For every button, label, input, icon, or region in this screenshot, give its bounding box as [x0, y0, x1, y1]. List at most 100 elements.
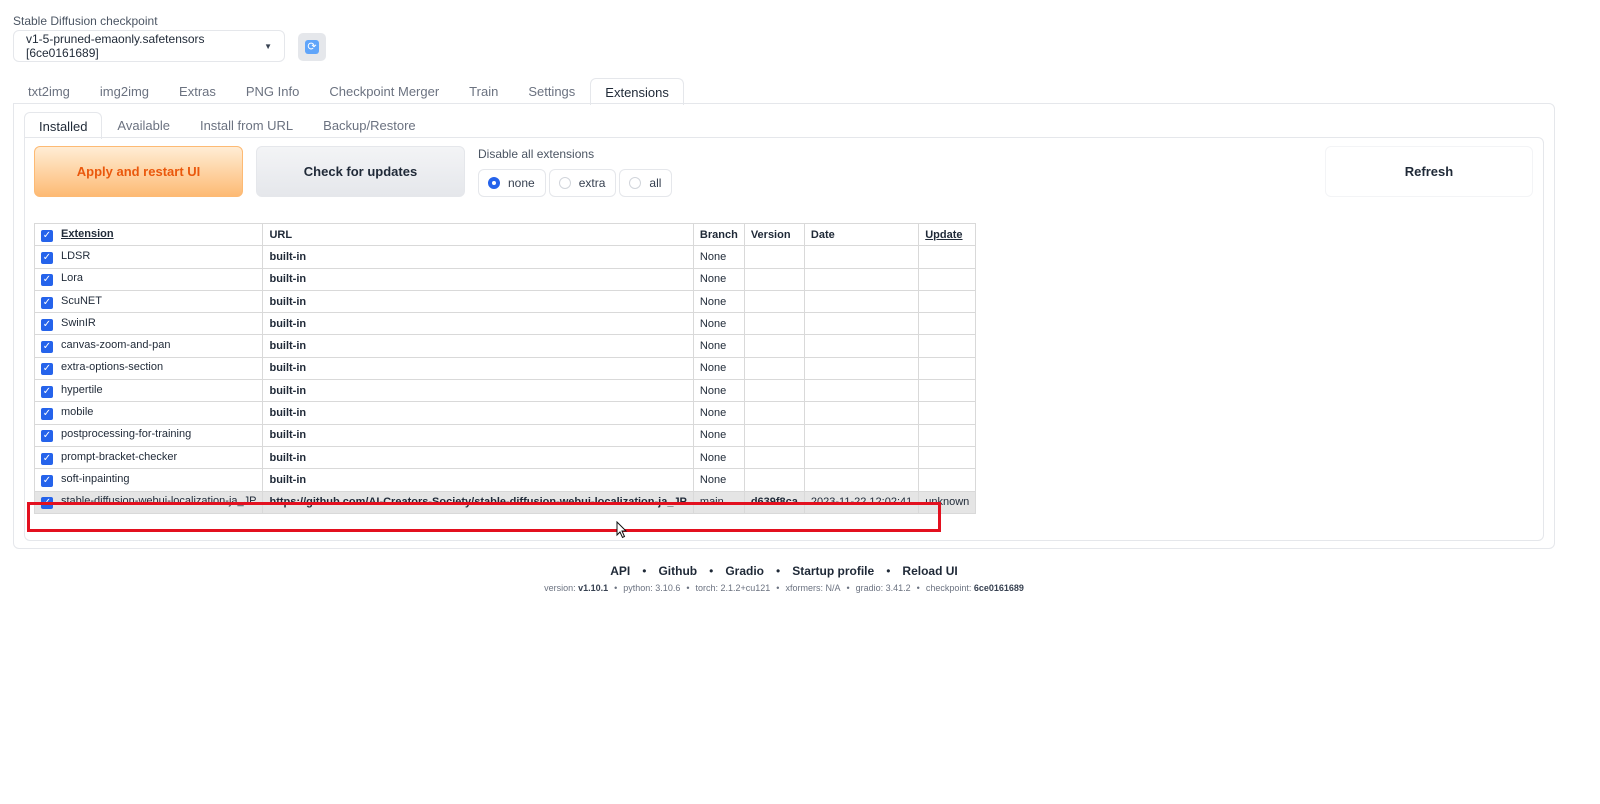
extension-enabled-checkbox[interactable]: ✓: [41, 318, 53, 331]
extension-branch-cell: main: [692, 490, 745, 514]
extension-enabled-checkbox[interactable]: ✓: [41, 430, 53, 443]
extensions-table: ✓ Extension URL Branch Version Date Updat…: [33, 222, 977, 514]
tab-txt2img[interactable]: txt2img: [13, 77, 85, 104]
footer-link-api[interactable]: API: [610, 564, 630, 578]
tab-extras[interactable]: Extras: [164, 77, 231, 104]
xformers-version: xformers: N/A: [785, 583, 841, 593]
extension-update-cell: [918, 468, 977, 492]
version-label: version:: [544, 583, 576, 593]
tab-train[interactable]: Train: [454, 77, 513, 104]
footer-link-reload-ui[interactable]: Reload UI: [902, 564, 957, 578]
extension-url-cell-text: built-in: [269, 429, 307, 442]
refresh-button[interactable]: Refresh: [1325, 146, 1533, 197]
header-extension-label[interactable]: Extension: [61, 228, 114, 240]
footer-separator: •: [709, 564, 714, 578]
checkpoint-label-footer: checkpoint:: [925, 583, 972, 593]
extension-name-cell: ✓ LDSR: [33, 245, 264, 269]
tab-checkpoint-merger[interactable]: Checkpoint Merger: [314, 77, 454, 104]
table-row: ✓ Lora built-in None: [33, 267, 977, 291]
extension-update-cell: [918, 245, 977, 269]
extension-version-cell: [743, 356, 805, 381]
extension-version-cell-text: d639f8ca: [750, 496, 798, 509]
tab-extensions[interactable]: Extensions: [590, 78, 684, 105]
extension-update-cell: unknown: [918, 490, 977, 514]
extension-enabled-checkbox[interactable]: ✓: [41, 474, 53, 487]
checkpoint-dropdown[interactable]: v1-5-pruned-emaonly.safetensors [6ce0161…: [13, 30, 285, 62]
extension-version-cell: [743, 379, 805, 403]
tab-backup-restore[interactable]: Backup/Restore: [308, 111, 431, 138]
tab-installed[interactable]: Installed: [24, 112, 103, 139]
extension-branch-cell: None: [692, 379, 745, 403]
extension-version-cell: [743, 401, 805, 425]
extension-date-cell: [803, 334, 920, 358]
main-tabs: txt2img img2img Extras PNG Info Checkpoi…: [13, 77, 684, 105]
extension-date-cell: [803, 267, 920, 291]
radio-none[interactable]: none: [478, 169, 546, 197]
refresh-checkpoint-button[interactable]: ⟳: [298, 33, 326, 61]
tab-available[interactable]: Available: [102, 111, 185, 138]
extension-version-cell: [743, 267, 805, 291]
table-row: ✓ postprocessing-for-training built-in None: [33, 423, 977, 447]
footer-link-github[interactable]: Github: [658, 564, 697, 578]
extension-enabled-checkbox[interactable]: ✓: [41, 452, 53, 465]
table-row: ✓ hypertile built-in None: [33, 379, 977, 403]
table-header-row: ✓ Extension URL Branch Version Date Updat…: [33, 222, 977, 247]
python-version: python: 3.10.6: [623, 583, 681, 593]
extension-enabled-checkbox[interactable]: ✓: [41, 408, 53, 421]
checkpoint-hash: 6ce0161689: [973, 583, 1024, 593]
tab-install-from-url[interactable]: Install from URL: [185, 111, 308, 138]
extension-branch-cell-text: None: [699, 250, 727, 263]
extension-update-cell: [918, 401, 977, 425]
tab-img2img[interactable]: img2img: [85, 77, 164, 104]
extension-name-cell-text: mobile: [61, 406, 94, 419]
extension-date-cell: [803, 379, 920, 403]
mouse-cursor-icon: [616, 521, 628, 539]
extension-date-cell-text: 2023-11-22 12:02:41: [810, 496, 913, 509]
extension-url-cell[interactable]: https://github.com/AI-Creators-Society/s…: [262, 490, 694, 514]
header-update: Update: [918, 222, 977, 247]
extension-name-cell-text: stable-diffusion-webui-localization-ja_J…: [61, 495, 257, 508]
footer-link-gradio[interactable]: Gradio: [725, 564, 764, 578]
tab-png-info[interactable]: PNG Info: [231, 77, 314, 104]
radio-all[interactable]: all: [619, 169, 673, 197]
table-row: ✓ ScuNET built-in None: [33, 289, 977, 314]
extension-update-cell: [918, 356, 977, 381]
footer-separator: •: [846, 583, 850, 593]
extension-name-cell: ✓ extra-options-section: [33, 356, 264, 381]
footer-separator: •: [776, 583, 780, 593]
extension-name-cell: ✓ postprocessing-for-training: [33, 423, 264, 447]
footer-separator: •: [916, 583, 920, 593]
header-update-label[interactable]: Update: [925, 229, 962, 241]
extension-enabled-checkbox[interactable]: ✓: [41, 296, 53, 309]
extension-enabled-checkbox[interactable]: ✓: [41, 497, 53, 510]
apply-and-restart-button[interactable]: Apply and restart UI: [34, 146, 243, 197]
extension-branch-cell: None: [692, 468, 745, 492]
header-version: Version: [743, 222, 805, 247]
extension-name-cell: ✓ ScuNET: [33, 289, 264, 314]
extension-date-cell: [803, 356, 920, 381]
extension-branch-cell-text: main: [699, 496, 724, 509]
tab-settings[interactable]: Settings: [513, 77, 590, 104]
extension-url-cell: built-in: [262, 379, 694, 403]
extension-enabled-checkbox[interactable]: ✓: [41, 363, 53, 376]
table-row: ✓ prompt-bracket-checker built-in None: [33, 445, 977, 470]
check-for-updates-button[interactable]: Check for updates: [256, 146, 465, 197]
extension-enabled-checkbox[interactable]: ✓: [41, 274, 53, 287]
table-row: ✓ LDSR built-in None: [33, 245, 977, 269]
extension-enabled-checkbox[interactable]: ✓: [41, 341, 53, 354]
radio-checked-icon: [488, 177, 500, 189]
extension-enabled-checkbox[interactable]: ✓: [41, 251, 53, 264]
extension-enabled-checkbox[interactable]: ✓: [41, 385, 53, 398]
select-all-checkbox[interactable]: ✓: [41, 229, 53, 242]
table-row: ✓ stable-diffusion-webui-localization-ja_…: [33, 490, 977, 514]
header-branch: Branch: [692, 222, 745, 247]
radio-extra[interactable]: extra: [548, 169, 617, 197]
extension-version-cell: [743, 245, 805, 269]
extension-name-cell-text: extra-options-section: [61, 361, 164, 374]
extension-version-cell: [743, 468, 805, 492]
extension-url-cell-text: built-in: [269, 317, 307, 330]
disable-extensions-label: Disable all extensions: [478, 147, 595, 161]
footer-link-startup-profile[interactable]: Startup profile: [792, 564, 874, 578]
footer-version-info: version: v1.10.1 • python: 3.10.6 • torch: 2…: [0, 583, 1568, 593]
extension-date-cell: [803, 401, 920, 425]
